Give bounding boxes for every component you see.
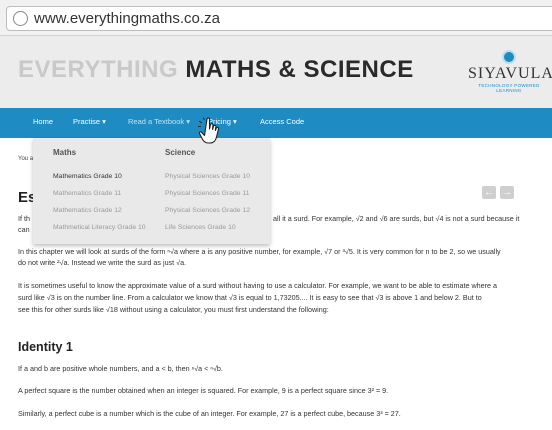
identity-line2: A perfect square is the number obtained …: [18, 386, 389, 395]
site-header: EVERYTHING MATHS & SCIENCE SIYAVULA TECH…: [0, 36, 552, 108]
nav-access-code[interactable]: Access Code: [260, 117, 304, 126]
logo-everything: EVERYTHING: [18, 56, 179, 83]
nav-practise[interactable]: Practise ▾: [73, 117, 106, 126]
nav-home[interactable]: Home: [33, 117, 53, 126]
siyavula-name: SIYAVULA: [468, 65, 552, 82]
para3-line2: surd like √3 is on the number line. From…: [18, 293, 482, 302]
para3-line1: It is sometimes useful to know the appro…: [18, 281, 498, 290]
browser-address-bar: www.everythingmaths.co.za: [0, 0, 552, 36]
siyavula-mark-icon: [502, 50, 516, 64]
prev-arrow-button[interactable]: ←: [482, 186, 496, 199]
dropdown-item-physci-10[interactable]: Physical Sciences Grade 10: [165, 173, 250, 180]
siyavula-logo[interactable]: SIYAVULA TECHNOLOGY POWERED LEARNING: [468, 50, 552, 93]
identity-heading: Identity 1: [18, 340, 73, 354]
identity-line3: Similarly, a perfect cube is a number wh…: [18, 409, 401, 418]
main-nav: Home Practise ▾ Read a Textbook ▾ Pricin…: [0, 108, 552, 138]
identity-line1: If a and b are positive whole numbers, a…: [18, 364, 223, 373]
nav-read-textbook[interactable]: Read a Textbook ▾: [128, 117, 190, 126]
breadcrumb: You a: [18, 156, 34, 162]
para2-line1: In this chapter we will look at surds of…: [18, 247, 501, 256]
para1-right: all it a surd. For example, √2 and √6 ar…: [273, 214, 520, 223]
para2-line2: do not write ²√a. Instead we write the s…: [18, 258, 187, 267]
dropdown-heading-maths: Maths: [53, 148, 77, 157]
globe-icon: [13, 11, 28, 26]
dropdown-item-maths-12[interactable]: Mathematics Grade 12: [53, 207, 122, 214]
textbook-dropdown: Maths Science Mathematics Grade 10 Mathe…: [33, 138, 270, 244]
url-text[interactable]: www.everythingmaths.co.za: [34, 10, 220, 27]
dropdown-item-physci-12[interactable]: Physical Sciences Grade 12: [165, 207, 250, 214]
para3-line3: see this for other surds like √18 withou…: [18, 305, 329, 314]
dropdown-item-maths-10[interactable]: Mathematics Grade 10: [53, 173, 122, 180]
logo-maths-science: MATHS & SCIENCE: [185, 56, 414, 83]
next-arrow-button[interactable]: →: [500, 186, 514, 199]
hand-cursor-icon: [198, 117, 220, 144]
dropdown-item-physci-11[interactable]: Physical Sciences Grade 11: [165, 190, 250, 197]
dropdown-heading-science: Science: [165, 148, 196, 157]
dropdown-item-maths-11[interactable]: Mathematics Grade 11: [53, 190, 121, 197]
url-field[interactable]: www.everythingmaths.co.za: [6, 6, 552, 31]
siyavula-tagline: TECHNOLOGY POWERED LEARNING: [478, 83, 540, 93]
dropdown-item-maths-lit-10[interactable]: Mathmetical Literacy Grade 10: [53, 224, 146, 231]
site-logo[interactable]: EVERYTHING MATHS & SCIENCE: [18, 56, 414, 84]
dropdown-item-lifesci-10[interactable]: Life Sciences Grade 10: [165, 224, 236, 231]
